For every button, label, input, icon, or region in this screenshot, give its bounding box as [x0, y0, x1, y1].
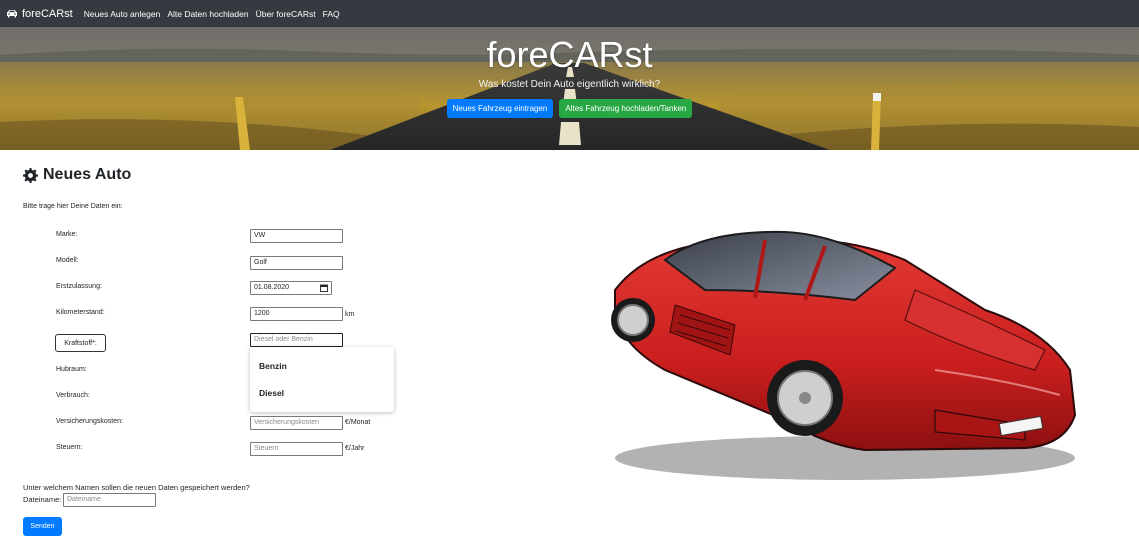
- label-marke: Marke:: [56, 231, 78, 238]
- save-question: Unter welchem Namen sollen die neuen Dat…: [23, 483, 250, 492]
- send-button[interactable]: Senden: [23, 517, 62, 536]
- brand-name: foreCARst: [22, 7, 73, 20]
- brand-link[interactable]: foreCARst: [6, 8, 73, 20]
- hero-title: foreCARst: [486, 34, 653, 75]
- label-verbrauch: Verbrauch:: [56, 392, 90, 399]
- steuern-unit: €/Jahr: [345, 445, 365, 452]
- new-vehicle-button[interactable]: Neues Fahrzeug eintragen: [446, 99, 554, 118]
- kraftstoff-input[interactable]: Diesel oder Benzin: [250, 333, 343, 347]
- label-erstzulassung: Erstzulassung:: [56, 283, 102, 290]
- label-kilometerstand: Kilometerstand:: [56, 309, 105, 316]
- label-versicherungskosten: Versicherungskosten:: [56, 418, 123, 425]
- upload-vehicle-button[interactable]: Altes Fahrzeug hochladen/Tanken: [559, 99, 693, 118]
- modell-input[interactable]: Golf: [250, 256, 343, 270]
- calendar-icon[interactable]: [320, 284, 328, 292]
- kraftstoff-button[interactable]: Kraftstoff*:: [55, 334, 106, 352]
- nav-link-faq[interactable]: FAQ: [323, 9, 340, 19]
- hero-buttons: Neues Fahrzeug eintragen Altes Fahrzeug …: [0, 99, 1139, 118]
- label-hubraum: Hubraum:: [56, 366, 87, 373]
- erstzulassung-value: 01.08.2020: [254, 284, 290, 291]
- marke-input[interactable]: VW: [250, 229, 343, 243]
- versicherungskosten-input[interactable]: Versicherungskosten: [250, 416, 343, 430]
- intro-text: Bitte trage hier Deine Daten ein:: [23, 203, 123, 210]
- red-sports-car-image: [611, 230, 1077, 480]
- label-modell: Modell:: [56, 257, 79, 264]
- label-dateiname: Dateiname:: [23, 495, 62, 504]
- km-unit: km: [345, 311, 355, 318]
- label-steuern: Steuern:: [56, 444, 83, 451]
- kraftstoff-dropdown: Benzin Diesel: [250, 347, 394, 412]
- erstzulassung-date-input[interactable]: 01.08.2020: [250, 281, 332, 295]
- navbar: foreCARst Neues Auto anlegen Alte Daten …: [0, 0, 1139, 27]
- nav-link-alte-daten[interactable]: Alte Daten hochladen: [167, 9, 248, 19]
- steuern-input[interactable]: Steuern: [250, 442, 343, 456]
- page-title: Neues Auto: [23, 166, 131, 184]
- nav-link-ueber[interactable]: Über foreCARst: [256, 9, 316, 19]
- versicherung-unit: €/Monat: [345, 419, 371, 426]
- kilometerstand-input[interactable]: 1200: [250, 307, 343, 321]
- dropdown-option-diesel[interactable]: Diesel: [259, 388, 284, 398]
- hero-subtitle: Was kostet Dein Auto eigentlich wirklich…: [478, 79, 661, 90]
- gear-icon: [23, 167, 38, 183]
- nav-link-neues-auto[interactable]: Neues Auto anlegen: [84, 9, 161, 19]
- car-icon: [7, 10, 17, 18]
- dropdown-option-benzin[interactable]: Benzin: [259, 361, 287, 371]
- hero-banner: foreCARst Was kostet Dein Auto eigentlic…: [0, 27, 1139, 150]
- page-title-text: Neues Auto: [43, 166, 132, 183]
- dateiname-input[interactable]: Dateiname: [63, 493, 156, 507]
